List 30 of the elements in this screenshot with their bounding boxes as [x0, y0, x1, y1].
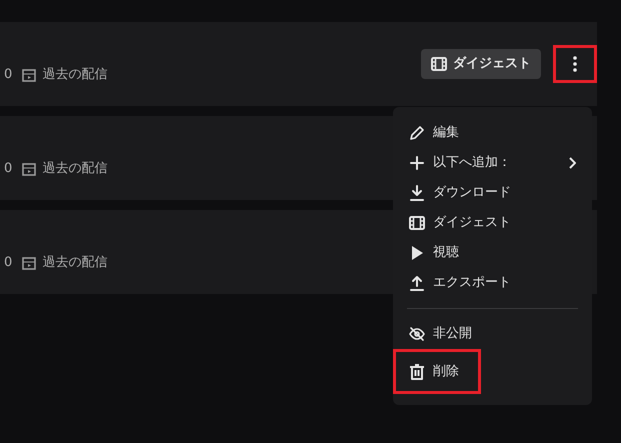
video-icon	[22, 162, 36, 176]
menu-item[interactable]: エクスポート	[393, 268, 592, 298]
plus-icon	[409, 155, 425, 171]
trash-icon	[409, 364, 425, 380]
film-icon	[431, 56, 447, 72]
digest-button[interactable]: ダイジェスト	[421, 49, 541, 79]
video-icon	[22, 256, 36, 270]
menu-item[interactable]: 削除	[393, 349, 481, 394]
count-text: 0	[4, 160, 12, 178]
menu-item[interactable]: ダウンロード	[393, 178, 592, 208]
menu-item[interactable]: ダイジェスト	[393, 208, 592, 238]
menu-item[interactable]: 以下へ追加：	[393, 148, 592, 178]
upload-icon	[409, 275, 425, 291]
menu-item[interactable]: 視聴	[393, 238, 592, 268]
count-text: 0	[4, 66, 12, 84]
status-text: 過去の配信	[42, 66, 108, 84]
more-button[interactable]	[553, 45, 597, 83]
more-icon	[573, 56, 577, 72]
chevron-right-icon	[568, 157, 576, 169]
hidden-eye-icon	[409, 326, 425, 342]
menu-item[interactable]: 編集	[393, 118, 592, 148]
play-icon	[409, 245, 425, 261]
status-text: 過去の配信	[42, 254, 108, 272]
video-icon	[22, 68, 36, 82]
status-text: 過去の配信	[42, 160, 108, 178]
menu-item[interactable]: 非公開	[393, 319, 592, 349]
download-icon	[409, 185, 425, 201]
film-icon	[409, 215, 425, 231]
pencil-icon	[409, 125, 425, 141]
count-text: 0	[4, 254, 12, 272]
